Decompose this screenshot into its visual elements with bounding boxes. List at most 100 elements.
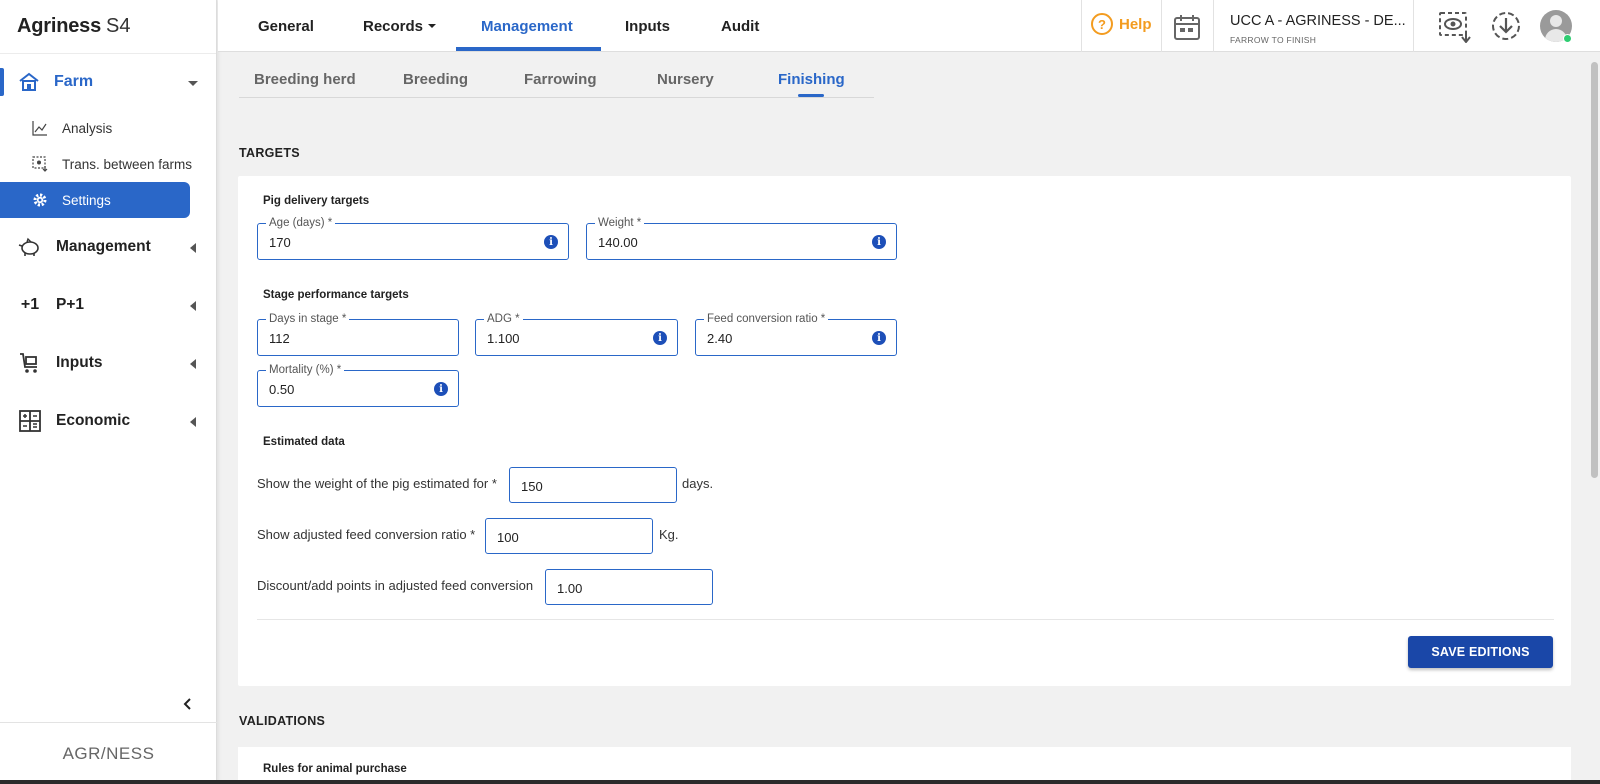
calculator-icon [18,409,42,433]
days-in-stage-field[interactable]: Days in stage * 112 [257,312,459,356]
divider [1413,0,1414,52]
weight-value: 140.00 [598,235,638,250]
estimated-data-heading: Estimated data [263,436,345,448]
app-brand[interactable]: Agriness S4 [0,0,216,54]
farm-name[interactable]: UCC A - AGRINESS - DE... [1230,13,1406,29]
sidebar-item-economic[interactable]: Economic [0,392,216,450]
age-days-value: 170 [269,235,291,250]
transfer-button[interactable] [1438,11,1472,48]
estimated-weight-days-value: 150 [521,479,543,494]
chevron-left-icon [190,359,196,369]
tab-breeding-herd[interactable]: Breeding herd [254,71,356,88]
age-days-label: Age (days) * [266,216,336,230]
topnav-inputs[interactable]: Inputs [625,0,670,52]
info-icon[interactable]: i [653,331,667,345]
sidebar-item-label: Inputs [56,354,103,371]
validations-card: Rules for animal purchase [238,747,1571,784]
download-icon [1492,12,1520,40]
feed-conversion-ratio-field[interactable]: Feed conversion ratio * 2.40 i [695,312,897,356]
calendar-icon [1174,15,1200,40]
active-tab-indicator [456,47,601,51]
topnav-audit[interactable]: Audit [721,0,759,52]
estimated-weight-unit: days. [682,476,714,491]
avatar-head [1550,15,1562,27]
tab-finishing[interactable]: Finishing [778,71,845,88]
farm-type: FARROW TO FINISH [1230,35,1317,45]
chevron-left-icon [190,243,196,253]
sidebar-subitem-trans-between-farms[interactable]: Trans. between farms [0,146,216,182]
age-days-field[interactable]: Age (days) * 170 i [257,216,569,260]
sidebar-item-management[interactable]: Management [0,218,216,276]
sidebar-item-label: Economic [56,412,131,429]
top-navigation: General Records Management Inputs Audit … [218,0,1600,52]
weight-field[interactable]: Weight * 140.00 i [586,216,897,260]
sidebar-item-inputs[interactable]: Inputs [0,334,216,392]
gear-icon [32,192,48,208]
sidebar-subitem-settings[interactable]: Settings [0,182,190,218]
active-indicator [0,68,4,96]
os-taskbar-edge [0,780,1600,784]
tab-farrowing[interactable]: Farrowing [524,71,597,88]
caret-down-icon [428,24,437,28]
piggy-bank-icon [18,235,42,259]
topnav-records[interactable]: Records [363,0,437,52]
mortality-field[interactable]: Mortality (%) * 0.50 i [257,363,459,407]
chevron-left-icon [190,417,196,427]
transfer-icon [32,156,48,172]
sidebar-subitem-label: Analysis [62,120,113,136]
footer-logo: AGR/NESS [0,722,217,784]
rules-animal-purchase-heading: Rules for animal purchase [263,763,407,775]
sidebar-subitem-analysis[interactable]: Analysis [0,110,216,146]
calendar-button[interactable] [1173,13,1201,46]
weight-label: Weight * [595,216,645,230]
plus-one-icon: +1 [20,296,40,313]
discount-points-label: Discount/add points in adjusted feed con… [257,578,534,593]
adjusted-fcr-unit: Kg. [659,527,679,542]
adg-value: 1.100 [487,331,520,346]
targets-heading: TARGETS [239,146,300,160]
sidebar-item-label: Management [56,238,151,255]
brand-name: Agriness [17,15,101,37]
adg-field[interactable]: ADG * 1.100 i [475,312,678,356]
tab-nursery[interactable]: Nursery [657,71,714,88]
collapse-sidebar-button[interactable] [180,696,196,712]
days-in-stage-value: 112 [269,331,290,346]
sidebar-item-p1[interactable]: +1 P+1 [0,276,216,334]
sidebar-item-label: P+1 [56,296,85,313]
days-in-stage-label: Days in stage * [266,312,350,326]
download-button[interactable] [1490,10,1522,47]
feed-conversion-ratio-label: Feed conversion ratio * [704,312,829,326]
adjusted-fcr-label: Show adjusted feed conversion ratio * [257,527,476,542]
stage-tabs: Breeding herd Breeding Farrowing Nursery… [239,60,874,98]
scrollbar-thumb[interactable] [1591,62,1598,478]
discount-points-value: 1.00 [557,581,583,596]
cart-icon [18,351,42,375]
online-status-badge [1563,34,1572,43]
sidebar-subitem-label: Trans. between farms [62,156,193,172]
adg-label: ADG * [484,312,523,326]
sidebar-item-label: Farm [54,73,94,90]
info-icon[interactable]: i [872,235,886,249]
adjusted-fcr-value: 100 [497,530,519,545]
page-scrollbar[interactable] [1588,52,1600,784]
pig-delivery-heading: Pig delivery targets [263,195,370,207]
tab-breeding[interactable]: Breeding [403,71,468,88]
topnav-management[interactable]: Management [481,0,573,52]
transfer-icon [1439,12,1471,44]
topnav-records-label: Records [363,17,424,35]
topnav-general[interactable]: General [258,0,314,52]
save-editions-button[interactable]: SAVE EDITIONS [1408,636,1553,668]
active-tab-indicator [798,94,824,97]
estimated-weight-days-input[interactable]: 150 [509,467,677,503]
mortality-label: Mortality (%) * [266,363,345,377]
help-button[interactable]: ? Help [1091,13,1152,35]
adjusted-fcr-input[interactable]: 100 [485,518,653,554]
chevron-left-icon [190,301,196,311]
sidebar-item-farm[interactable]: Farm [0,54,216,110]
info-icon[interactable]: i [434,382,448,396]
info-icon[interactable]: i [872,331,886,345]
divider [257,619,1554,620]
divider [1213,0,1214,52]
discount-points-input[interactable]: 1.00 [545,569,713,605]
info-icon[interactable]: i [544,235,558,249]
